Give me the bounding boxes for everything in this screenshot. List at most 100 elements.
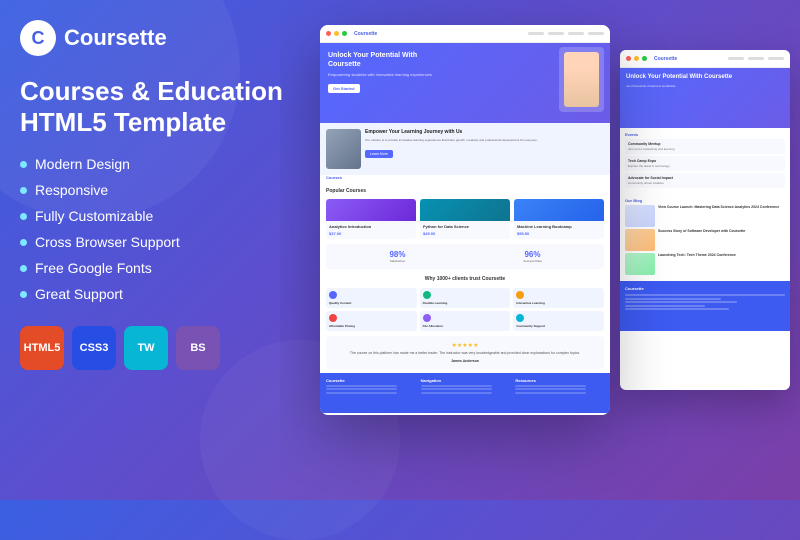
sc2-events: Events Community Meetup Join us for netw… (620, 128, 790, 194)
sc2-blog-img-1 (625, 205, 655, 227)
nav-link-4 (588, 32, 604, 35)
sc2-event-text-3: Community driven initiative (628, 181, 782, 185)
sc-card-img-1 (326, 199, 416, 221)
nav-link-2 (548, 32, 564, 35)
nav-dot-yellow (334, 31, 339, 36)
sc2-footer-line-4 (625, 305, 705, 307)
nav-link-1 (528, 32, 544, 35)
sc-hero-img (559, 47, 604, 112)
html5-badge: HTML5 (20, 326, 64, 370)
sc-why-label-5: File Allocation (423, 324, 508, 328)
sc2-event-item-1: Community Meetup Join us for networking … (625, 139, 785, 154)
sc-card-body-2: Python for Data Science $49.00 (420, 221, 510, 239)
logo-text: Coursette (64, 25, 167, 51)
sc2-blog-row-2: Success Story of Software Developer with… (625, 229, 785, 251)
sc-footer-line-6 (421, 392, 492, 394)
sc2-hero: Unlock Your Potential With Coursette Joi… (620, 68, 790, 128)
sc-hero: Unlock Your Potential With Coursette Emp… (320, 43, 610, 123)
bullet-icon (20, 239, 27, 246)
sc-empower-img (326, 129, 361, 169)
sc2-footer-line-2 (625, 298, 721, 300)
sc-empower-title: Empower Your Learning Journey with Us (365, 129, 604, 136)
sc-courses-title: Popular Courses (320, 183, 610, 196)
bullet-icon (20, 187, 27, 194)
sc-hero-btn: Get Started (328, 84, 360, 93)
sc-footer: Coursette Navigation Resources (320, 373, 610, 413)
sc-card-2: Python for Data Science $49.00 (420, 199, 510, 239)
sc2-events-title: Events (625, 132, 785, 137)
sc-card-img-3 (514, 199, 604, 221)
tech-badges: HTML5 CSS3 TW BS (20, 326, 310, 370)
screenshot-main: Coursette Unlock Your Potential With Cou… (320, 25, 610, 415)
sc-why-label-1: Quality Content (329, 301, 414, 305)
feature-google-fonts: Free Google Fonts (20, 260, 310, 276)
sc-stat-label-2: Success Rate (467, 259, 598, 263)
sc-why-item-5: File Allocation (420, 311, 511, 331)
sc2-blog-title: Our Blog (625, 198, 785, 203)
sc-why-icon-1 (329, 291, 337, 299)
sc-footer-line-9 (515, 392, 586, 394)
sc-stat-num-1: 98% (332, 250, 463, 259)
sc-hero-person (564, 52, 599, 107)
sc-stat-1: 98% Satisfaction (332, 250, 463, 263)
sc-why-icon-2 (423, 291, 431, 299)
sc-why-icon-4 (329, 314, 337, 322)
sc2-blog-text-3: Launching Tech: Tech Theme 2024 Conferen… (658, 253, 736, 275)
sc2-footer-line-1 (625, 294, 785, 296)
sc-why-item-4: Affordable Pricing (326, 311, 417, 331)
sc2-nav-dot-green (642, 56, 647, 61)
bullet-icon (20, 291, 27, 298)
sc-footer-col-3: Resources (515, 378, 604, 408)
sc2-nav: Coursette (620, 50, 790, 68)
sc2-nav-link-1 (728, 57, 744, 60)
sc-why-title: Why 1000+ clients trust Coursette (320, 273, 610, 285)
sc2-blog-bold-2: Success Story of Software Developer with… (658, 229, 745, 234)
sc-footer-line-7 (515, 385, 586, 387)
sc-why-icon-3 (516, 291, 524, 299)
screenshot-secondary: Coursette Unlock Your Potential With Cou… (620, 50, 790, 390)
sc-stat-num-2: 96% (467, 250, 598, 259)
sc2-footer: Coursette (620, 281, 790, 331)
sc2-event-text-1: Join us for networking and learning (628, 147, 782, 151)
sc-footer-title-1: Coursette (326, 378, 415, 383)
sc2-blog-bold-1: View Course Launch: Mastering Data Scien… (658, 205, 779, 210)
bootstrap-badge: BS (176, 326, 220, 370)
sc-nav-links (528, 32, 604, 35)
sc2-blog-img-2 (625, 229, 655, 251)
feature-great-support: Great Support (20, 286, 310, 302)
left-panel: C Coursette Courses & Education HTML5 Te… (20, 20, 310, 370)
logo-icon: C (20, 20, 56, 56)
sc2-blog: Our Blog View Course Launch: Mastering D… (620, 194, 790, 281)
sc-card-price-2: $49.00 (423, 231, 507, 236)
sc2-blog-row-1: View Course Launch: Mastering Data Scien… (625, 205, 785, 227)
sc-why-label-3: Interactive Learning (516, 301, 601, 305)
sc2-nav-links (728, 57, 784, 60)
page-title: Courses & Education HTML5 Template (20, 76, 310, 138)
sc-why-item-1: Quality Content (326, 288, 417, 308)
nav-link-3 (568, 32, 584, 35)
sc-empower-btn: Learn More (365, 150, 393, 158)
bullet-icon (20, 161, 27, 168)
sc2-blog-text-1: View Course Launch: Mastering Data Scien… (658, 205, 779, 227)
sc-card-price-1: $37.00 (329, 231, 413, 236)
sc-why-item-6: Community Support (513, 311, 604, 331)
sc-card-1: Analytics Introduction $37.00 (326, 199, 416, 239)
sc2-event-name-3: Advocate for Social Impact (628, 176, 782, 180)
sc-footer-line-8 (515, 388, 586, 390)
logo-row: C Coursette (20, 20, 310, 56)
sc-why-grid: Quality Content Flexible Learning Intera… (320, 285, 610, 336)
sc-courses-label: Courses (320, 175, 610, 183)
mockup-area: Coursette Unlock Your Potential With Cou… (280, 0, 800, 500)
sc2-hero-title: Unlock Your Potential With Coursette (626, 74, 784, 82)
nav-dot-red (326, 31, 331, 36)
sc2-blog-row-3: Launching Tech: Tech Theme 2024 Conferen… (625, 253, 785, 275)
tailwind-badge: TW (124, 326, 168, 370)
sc2-footer-line-3 (625, 301, 737, 303)
sc-why-icon-5 (423, 314, 431, 322)
sc-nav: Coursette (320, 25, 610, 43)
sc2-event-name-2: Tech Camp Expo (628, 159, 782, 163)
sc-why-label-4: Affordable Pricing (329, 324, 414, 328)
bullet-icon (20, 265, 27, 272)
sc2-event-item-2: Tech Camp Expo Explore the latest in tec… (625, 156, 785, 171)
feature-fully-customizable: Fully Customizable (20, 208, 310, 224)
